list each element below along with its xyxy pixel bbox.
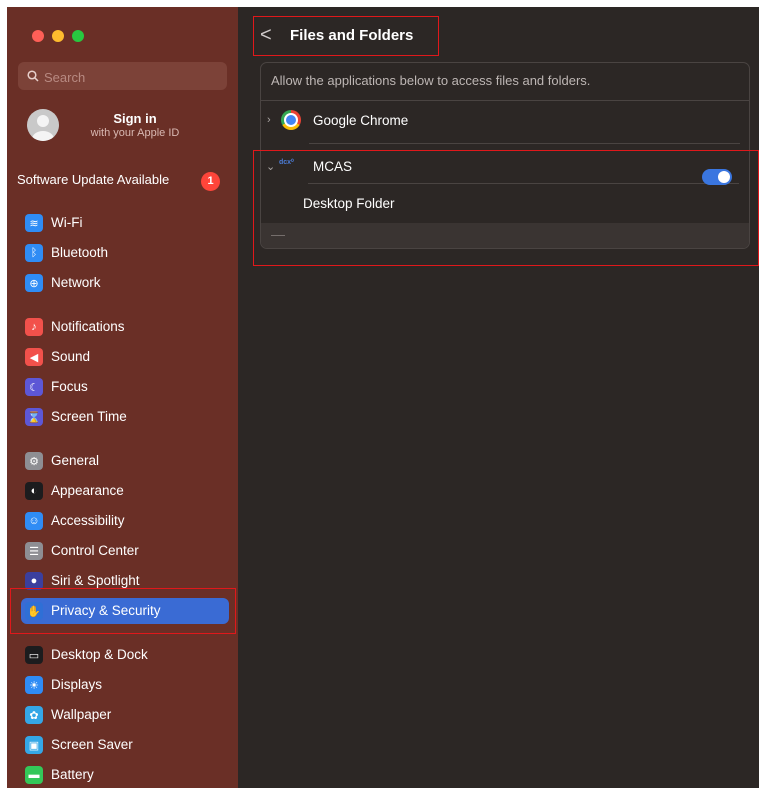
search-input[interactable] xyxy=(42,66,226,88)
sidebar-item-label: Wi-Fi xyxy=(51,215,83,230)
control-center-icon: ☰ xyxy=(25,542,43,560)
sidebar-item-label: Control Center xyxy=(51,543,139,558)
sidebar-item-notifications[interactable]: ♪ Notifications xyxy=(21,314,229,340)
accessibility-icon: ☺ xyxy=(25,512,43,530)
close-window-button[interactable] xyxy=(32,30,44,42)
globe-icon: ⊕ xyxy=(25,274,43,292)
sidebar-item-label: Sound xyxy=(51,349,91,364)
sidebar-item-screen-saver[interactable]: ▣ Screen Saver xyxy=(21,732,229,758)
chevron-right-icon[interactable]: › xyxy=(267,114,271,126)
wallpaper-icon: ✿ xyxy=(25,706,43,724)
wifi-icon: ≋ xyxy=(25,214,43,232)
sidebar-item-label: Wallpaper xyxy=(51,707,112,722)
panel-description: Allow the applications below to access f… xyxy=(271,73,591,88)
signin-subtitle: with your Apple ID xyxy=(90,127,180,139)
files-and-folders-pane: < Files and Folders Allow the applicatio… xyxy=(238,7,759,788)
software-update-item[interactable]: Software Update Available 1 xyxy=(17,172,227,192)
bluetooth-icon: ᛒ xyxy=(25,244,43,262)
sidebar-item-label: Screen Time xyxy=(51,409,127,424)
sidebar-item-general[interactable]: ⚙ General xyxy=(21,448,229,474)
sidebar-item-wallpaper[interactable]: ✿ Wallpaper xyxy=(21,702,229,728)
chrome-icon xyxy=(281,110,301,130)
sidebar-item-label: Battery xyxy=(51,767,94,782)
avatar xyxy=(27,109,59,141)
sidebar: Sign in with your Apple ID Software Upda… xyxy=(7,7,238,788)
sidebar-item-label: Network xyxy=(51,275,101,290)
gear-icon: ⚙ xyxy=(25,452,43,470)
sidebar-item-bluetooth[interactable]: ᛒ Bluetooth xyxy=(21,240,229,266)
sidebar-item-network[interactable]: ⊕ Network xyxy=(21,270,229,296)
sidebar-item-displays[interactable]: ☀ Displays xyxy=(21,672,229,698)
back-button[interactable]: < xyxy=(260,23,272,47)
signin-title: Sign in xyxy=(113,111,157,126)
sidebar-item-label: Notifications xyxy=(51,319,125,334)
software-update-label: Software Update Available xyxy=(17,172,170,187)
speaker-icon: ◀ xyxy=(25,348,43,366)
highlight-mcas xyxy=(253,150,759,266)
app-name: Google Chrome xyxy=(313,113,409,128)
sidebar-item-label: Appearance xyxy=(51,483,124,498)
sidebar-item-label: Screen Saver xyxy=(51,737,133,752)
settings-window: Sign in with your Apple ID Software Upda… xyxy=(7,7,759,788)
page-title: Files and Folders xyxy=(290,27,414,44)
update-badge: 1 xyxy=(201,172,220,191)
sidebar-item-label: Displays xyxy=(51,677,103,692)
sidebar-item-label: Focus xyxy=(51,379,88,394)
sidebar-item-appearance[interactable]: ◐ Appearance xyxy=(21,478,229,504)
search-field[interactable] xyxy=(18,62,227,90)
sidebar-item-label: Accessibility xyxy=(51,513,125,528)
zoom-window-button[interactable] xyxy=(72,30,84,42)
sidebar-item-wi-fi[interactable]: ≋ Wi-Fi xyxy=(21,210,229,236)
sidebar-item-control-center[interactable]: ☰ Control Center xyxy=(21,538,229,564)
sidebar-item-label: General xyxy=(51,453,100,468)
sidebar-item-battery[interactable]: ▬ Battery xyxy=(21,762,229,788)
sidebar-item-screen-time[interactable]: ⌛ Screen Time xyxy=(21,404,229,430)
sidebar-item-accessibility[interactable]: ☺ Accessibility xyxy=(21,508,229,534)
header-highlight: < Files and Folders xyxy=(253,16,439,56)
sidebar-item-focus[interactable]: ☾ Focus xyxy=(21,374,229,400)
highlight-privacy-security xyxy=(10,588,236,634)
dock-icon: ▭ xyxy=(25,646,43,664)
sidebar-item-label: Desktop & Dock xyxy=(51,647,148,662)
screen-saver-icon: ▣ xyxy=(25,736,43,754)
app-row-google-chrome[interactable]: › Google Chrome xyxy=(261,101,749,141)
bell-icon: ♪ xyxy=(25,318,43,336)
divider xyxy=(309,143,740,144)
battery-icon: ▬ xyxy=(25,766,43,784)
sidebar-item-sound[interactable]: ◀ Sound xyxy=(21,344,229,370)
sidebar-item-desktop-dock[interactable]: ▭ Desktop & Dock xyxy=(21,642,229,668)
appearance-icon: ◐ xyxy=(25,482,43,500)
search-icon xyxy=(27,70,39,82)
apple-id-signin[interactable]: Sign in with your Apple ID xyxy=(27,107,227,147)
sidebar-item-label: Siri & Spotlight xyxy=(51,573,140,588)
hourglass-icon: ⌛ xyxy=(25,408,43,426)
moon-icon: ☾ xyxy=(25,378,43,396)
sidebar-item-label: Bluetooth xyxy=(51,245,109,260)
sun-icon: ☀ xyxy=(25,676,43,694)
minimize-window-button[interactable] xyxy=(52,30,64,42)
